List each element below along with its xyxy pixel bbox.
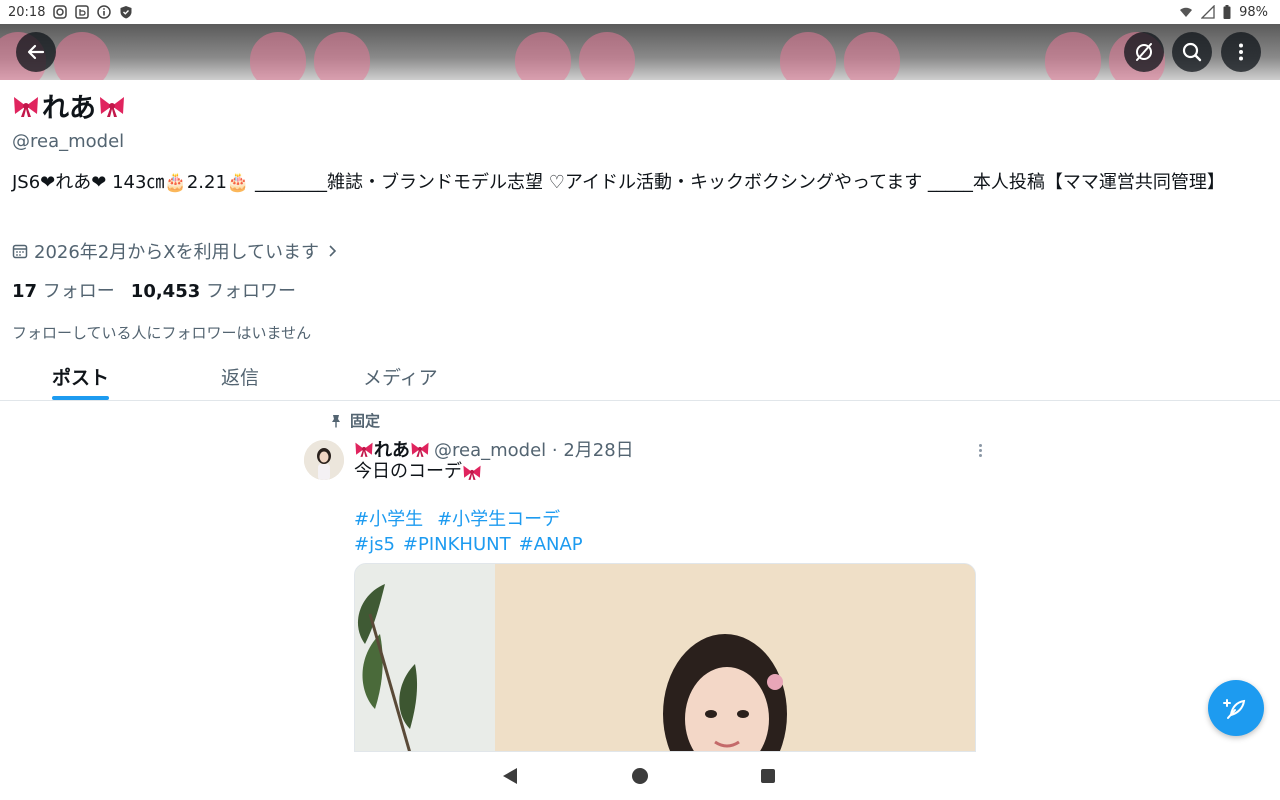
ribbon-emoji-icon	[355, 442, 373, 457]
profile-tabs: ポスト 返信 メディア	[0, 355, 1280, 401]
active-tab-indicator	[52, 396, 109, 400]
banner-bow-decoration	[515, 32, 635, 80]
ribbon-emoji-icon	[14, 96, 38, 117]
followers-count: 10,453	[130, 281, 201, 302]
more-options-button[interactable]	[1221, 32, 1261, 72]
grok-button[interactable]	[1124, 32, 1164, 72]
following-link[interactable]: 17 フォロー	[12, 277, 115, 303]
instagram-notification-icon	[53, 5, 68, 19]
wifi-icon	[1180, 7, 1193, 17]
following-label: フォロー	[42, 281, 115, 302]
status-bar: 20:18 98%	[0, 0, 1280, 24]
shield-icon	[120, 6, 132, 19]
profile-handle: @rea_model	[12, 131, 125, 152]
hashtag-link[interactable]: #js5	[354, 534, 395, 555]
follow-stats: 17 フォロー 10,453 フォロワー	[12, 277, 296, 303]
profile-banner	[0, 24, 1280, 80]
pinned-label: 固定	[330, 410, 380, 431]
calendar-icon	[12, 244, 28, 259]
hashtag-link[interactable]: #PINKHUNT	[403, 534, 511, 555]
grok-icon	[1136, 43, 1152, 61]
more-vertical-icon	[1239, 43, 1243, 61]
nav-home-button[interactable]	[632, 768, 648, 784]
banner-bow-decoration	[250, 32, 370, 80]
joined-date[interactable]: 2026年2月からXを利用しています	[12, 238, 339, 264]
compose-post-button[interactable]	[1208, 680, 1264, 736]
cellular-signal-icon	[1201, 5, 1215, 19]
joined-date-text: 2026年2月からXを利用しています	[34, 242, 320, 263]
battery-icon	[1223, 5, 1231, 19]
post-avatar[interactable]	[304, 440, 344, 480]
hashtag-link[interactable]: #小学生	[354, 509, 423, 530]
followers-link[interactable]: 10,453 フォロワー	[131, 277, 296, 303]
app-notification-icon	[75, 5, 90, 19]
pinned-label-text: 固定	[350, 412, 381, 430]
search-button[interactable]	[1172, 32, 1212, 72]
tab-posts[interactable]: ポスト	[52, 363, 109, 390]
search-icon	[1182, 42, 1202, 62]
arrow-left-icon	[27, 44, 45, 60]
compose-post-icon	[1223, 699, 1246, 719]
nav-back-button[interactable]	[503, 768, 517, 784]
status-time: 20:18	[8, 4, 46, 20]
ribbon-emoji-icon	[411, 442, 429, 457]
ribbon-emoji-icon	[100, 96, 124, 117]
tab-replies[interactable]: 返信	[221, 363, 259, 390]
back-button[interactable]	[16, 32, 56, 72]
avatar-image	[304, 440, 344, 480]
profile-name-text: れあ	[42, 93, 96, 124]
hashtag-line: #小学生 #小学生コーデ	[354, 507, 597, 532]
pin-icon	[332, 414, 340, 427]
ribbon-emoji-icon	[463, 465, 481, 480]
chevron-right-icon	[329, 245, 337, 257]
post-media-image[interactable]	[354, 563, 976, 752]
info-icon	[97, 5, 112, 19]
post-text-content: 今日のコーデ	[354, 461, 462, 482]
hashtag-line: #js5 #PINKHUNT #ANAP	[354, 532, 597, 557]
following-count: 17	[12, 281, 38, 302]
profile-name: れあ	[12, 86, 126, 125]
banner-bow-decoration	[780, 32, 900, 80]
tab-media[interactable]: メディア	[363, 363, 438, 390]
hashtag-link[interactable]: #ANAP	[519, 534, 583, 555]
followers-label: フォロワー	[206, 281, 296, 302]
battery-level: 98%	[1239, 4, 1268, 20]
profile-bio: JS6❤れあ❤ 143㎝🎂2.21🎂 ________雑誌・ブランドモデル志望 …	[12, 172, 1225, 193]
system-navigation-bar	[0, 752, 1280, 800]
post-more-button[interactable]	[972, 440, 988, 460]
hashtag-link[interactable]: #小学生コーデ	[437, 509, 560, 530]
nav-recents-button[interactable]	[761, 769, 775, 783]
post-hashtags: #小学生 #小学生コーデ #js5 #PINKHUNT #ANAP	[354, 507, 597, 557]
media-photo	[355, 564, 975, 751]
mutual-followers-note: フォローしている人にフォロワーはいません	[12, 324, 312, 342]
post-text: 今日のコーデ	[354, 459, 482, 484]
